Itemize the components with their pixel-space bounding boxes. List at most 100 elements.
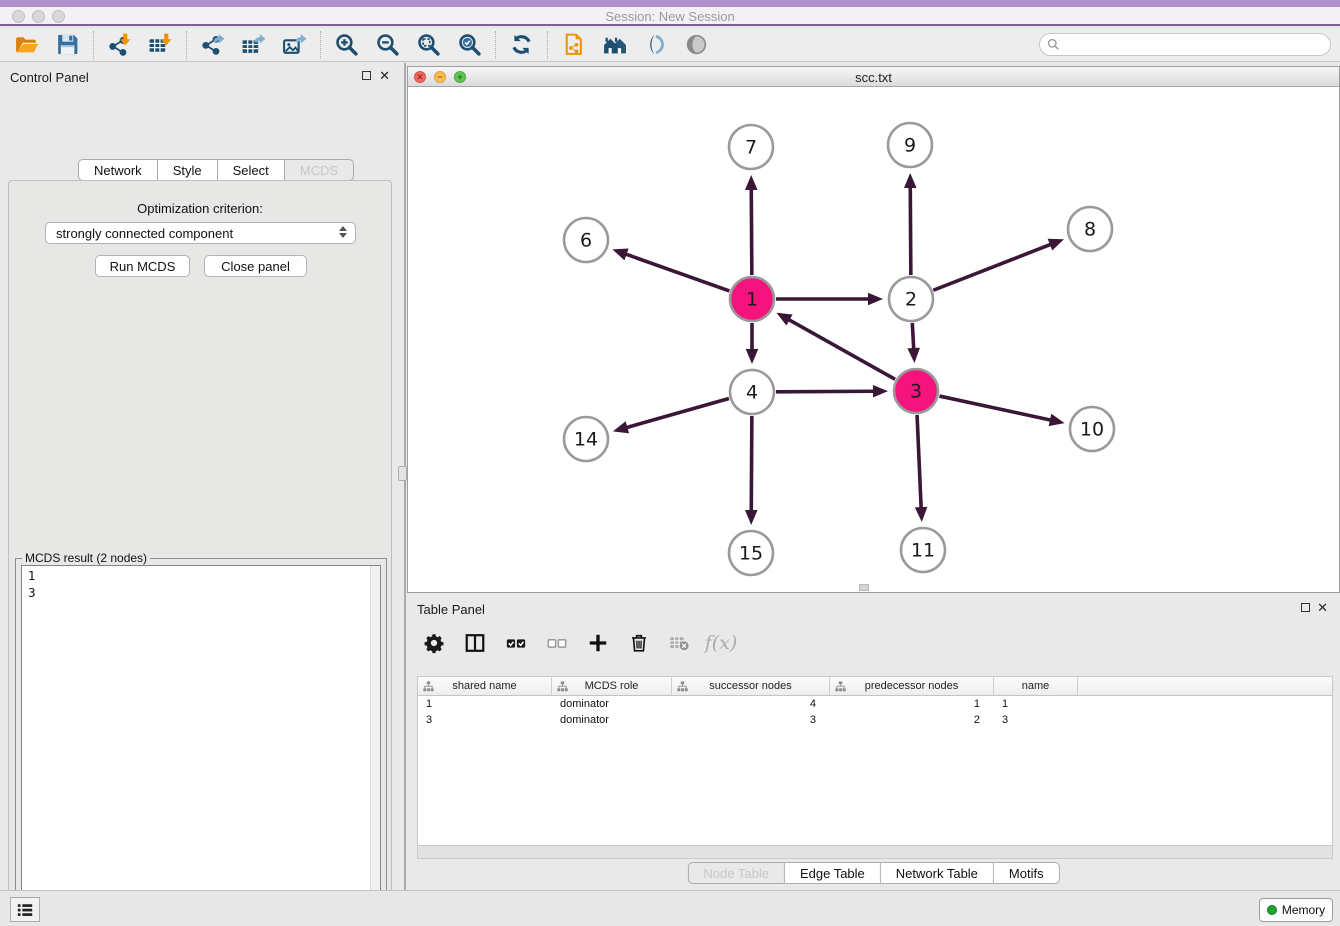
- zoom-in-button[interactable]: [326, 30, 367, 60]
- tab-edge-table[interactable]: Edge Table: [785, 862, 881, 884]
- trash-button[interactable]: [626, 630, 652, 656]
- open-session-button[interactable]: [6, 30, 47, 60]
- network-canvas[interactable]: 1 2 3 4 6 7 8 9 10 11 14 15: [408, 87, 1339, 592]
- search-input[interactable]: [1060, 34, 1330, 55]
- gear-button[interactable]: [421, 630, 447, 656]
- zoom-fit-button[interactable]: [408, 30, 449, 60]
- save-session-button[interactable]: [47, 30, 88, 60]
- table-row[interactable]: 3dominator323: [418, 712, 1332, 728]
- node-1[interactable]: 1: [730, 277, 774, 321]
- cell-successor-nodes[interactable]: 3: [672, 712, 830, 728]
- edge-2-9[interactable]: [910, 186, 911, 275]
- node-6[interactable]: 6: [564, 218, 608, 262]
- column-header-shared-name[interactable]: shared name: [418, 677, 552, 696]
- edge-4-15[interactable]: [751, 416, 752, 512]
- cell-MCDS-role[interactable]: dominator: [552, 712, 672, 728]
- network-from-file-button[interactable]: [553, 30, 594, 60]
- import-table-button[interactable]: [140, 30, 181, 60]
- edge-3-1[interactable]: [788, 319, 895, 379]
- edge-3-10[interactable]: [939, 396, 1051, 420]
- tab-style[interactable]: Style: [158, 159, 218, 181]
- node-11[interactable]: 11: [901, 528, 945, 572]
- node-7[interactable]: 7: [729, 125, 773, 169]
- task-history-button[interactable]: [10, 897, 40, 922]
- edge-3-11[interactable]: [917, 415, 921, 509]
- tab-node-table[interactable]: Node Table: [687, 862, 785, 884]
- node-label: 1: [746, 289, 758, 311]
- refresh-button[interactable]: [501, 30, 542, 60]
- float-table-panel-icon[interactable]: [1301, 603, 1310, 612]
- memory-button[interactable]: Memory: [1259, 898, 1333, 922]
- unchecked-boxes-button[interactable]: [544, 630, 570, 656]
- optimization-criterion-label: Optimization criterion:: [9, 201, 391, 216]
- export-image-button[interactable]: [274, 30, 315, 60]
- tab-mcds[interactable]: MCDS: [285, 159, 354, 181]
- network-window-titlebar[interactable]: ✕ − + scc.txt: [408, 67, 1339, 87]
- application-window: Session: New Session Control Panel ✕ Net…: [0, 0, 1340, 926]
- cell-predecessor-nodes[interactable]: 2: [830, 712, 994, 728]
- main-titlebar: Session: New Session: [0, 7, 1340, 26]
- edge-arrowhead: [904, 173, 917, 188]
- column-header-name[interactable]: name: [994, 677, 1078, 696]
- tab-select[interactable]: Select: [218, 159, 285, 181]
- export-table-button[interactable]: [233, 30, 274, 60]
- cell-successor-nodes[interactable]: 4: [672, 696, 830, 712]
- eye-button[interactable]: [676, 30, 717, 60]
- cell-shared-name[interactable]: 3: [418, 712, 552, 728]
- optimization-criterion-select[interactable]: strongly connected component: [45, 222, 356, 244]
- edge-1-7[interactable]: [751, 188, 752, 275]
- node-4[interactable]: 4: [730, 370, 774, 414]
- zoom-selected-button[interactable]: [449, 30, 490, 60]
- plus-button[interactable]: [585, 630, 611, 656]
- tab-network[interactable]: Network: [78, 159, 158, 181]
- edge-arrowhead: [907, 348, 920, 363]
- column-header-predecessor-nodes[interactable]: predecessor nodes: [830, 677, 994, 696]
- mcds-result-scrollbar[interactable]: [370, 566, 380, 926]
- export-network-button[interactable]: [192, 30, 233, 60]
- import-network-button[interactable]: [99, 30, 140, 60]
- edge-2-8[interactable]: [933, 244, 1051, 290]
- table-hscrollbar[interactable]: [417, 846, 1333, 859]
- run-mcds-button[interactable]: Run MCDS: [95, 255, 190, 277]
- splitter-grip[interactable]: [859, 584, 869, 591]
- close-table-panel-icon[interactable]: ✕: [1317, 600, 1328, 616]
- cell-name[interactable]: 3: [994, 712, 1078, 728]
- column-header-MCDS-role[interactable]: MCDS role: [552, 677, 672, 696]
- close-panel-button[interactable]: Close panel: [204, 255, 307, 277]
- node-15[interactable]: 15: [729, 531, 773, 575]
- edge-4-14[interactable]: [625, 399, 728, 428]
- edge-1-6[interactable]: [625, 254, 730, 291]
- tab-network-table[interactable]: Network Table: [881, 862, 994, 884]
- table-row[interactable]: 1dominator411: [418, 696, 1332, 712]
- window-accent-strip: [0, 0, 1340, 7]
- cell-shared-name[interactable]: 1: [418, 696, 552, 712]
- column-header-successor-nodes[interactable]: successor nodes: [672, 677, 830, 696]
- vizmap-button[interactable]: [635, 30, 676, 60]
- fx-icon: f(x): [705, 632, 738, 654]
- node-10[interactable]: 10: [1070, 407, 1114, 451]
- panel-divider-handle[interactable]: [398, 466, 407, 481]
- zoom-out-button[interactable]: [367, 30, 408, 60]
- close-panel-icon[interactable]: ✕: [379, 68, 390, 84]
- cell-name[interactable]: 1: [994, 696, 1078, 712]
- node-9[interactable]: 9: [888, 123, 932, 167]
- node-8[interactable]: 8: [1068, 207, 1112, 251]
- float-panel-icon[interactable]: [362, 71, 371, 80]
- checked-boxes-button[interactable]: [503, 630, 529, 656]
- network-view-window: ✕ − + scc.txt 1 2 3 4 6 7 8 9 10 11 14 15: [407, 66, 1340, 593]
- node-14[interactable]: 14: [564, 417, 608, 461]
- mcds-result-text[interactable]: 1 3: [21, 565, 381, 926]
- tab-motifs[interactable]: Motifs: [994, 862, 1060, 884]
- node-3[interactable]: 3: [894, 369, 938, 413]
- edge-arrowhead: [746, 349, 759, 364]
- main-toolbar: [0, 28, 1340, 62]
- columns-button[interactable]: [462, 630, 488, 656]
- edge-2-3[interactable]: [912, 323, 913, 350]
- cell-predecessor-nodes[interactable]: 1: [830, 696, 994, 712]
- cell-MCDS-role[interactable]: dominator: [552, 696, 672, 712]
- edge-arrowhead: [1049, 414, 1065, 426]
- home-button[interactable]: [594, 30, 635, 60]
- search-box[interactable]: [1039, 33, 1331, 56]
- node-2[interactable]: 2: [889, 277, 933, 321]
- edge-4-3[interactable]: [776, 391, 875, 392]
